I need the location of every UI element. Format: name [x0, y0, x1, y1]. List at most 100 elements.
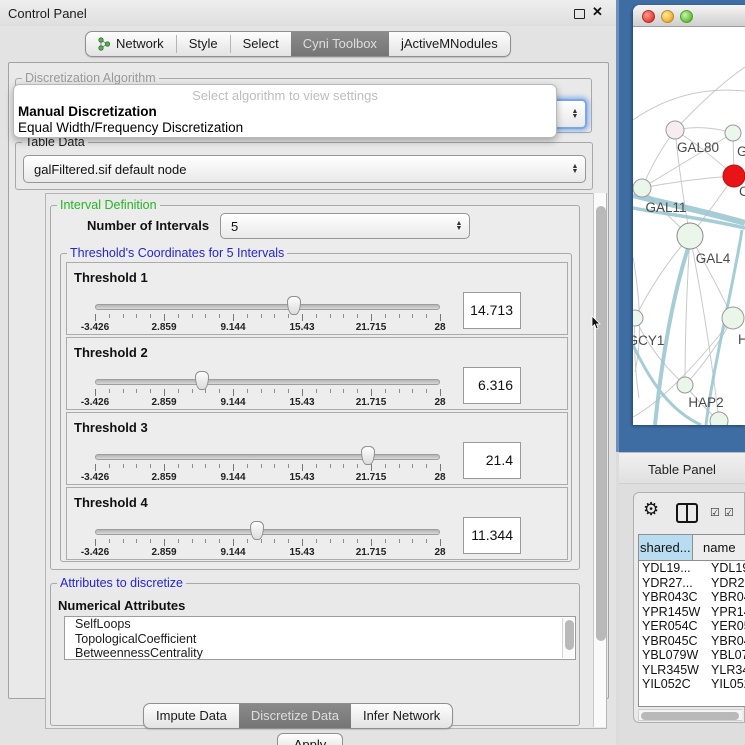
threshold-4-slider-handle[interactable] [250, 521, 264, 540]
table-panel-area: ⚙ ☑ ☑ shared... name YDL19...YDL19... YD… [619, 484, 745, 745]
table-data-combobox-value: galFiltered.sif default node [24, 162, 569, 177]
node-hap2[interactable] [677, 377, 693, 393]
control-panel: Control Panel ✕ Network Style Select [0, 0, 616, 745]
thresholds-group-title: Threshold's Coordinates for 5 Intervals [67, 246, 287, 260]
combo-arrows-icon: ▲▼ [569, 109, 585, 119]
threshold-3-value-field[interactable]: 21.4 [463, 442, 521, 479]
node-label-partial-h: H [738, 332, 745, 347]
network-view-window: GAL80 GAL11 GAL4 GCY1 HAP2 GA C H [633, 5, 745, 425]
control-panel-titlebar: Control Panel ✕ [0, 0, 616, 26]
algorithm-dropdown-popup: Select algorithm to view settings Manual… [13, 84, 557, 138]
column-header-shared[interactable]: shared... [639, 535, 693, 560]
node-label-hap2: HAP2 [688, 395, 723, 410]
table-row[interactable]: YER054CYER054C [639, 619, 745, 634]
algorithm-option-equal-width[interactable]: Equal Width/Frequency Discretization [17, 120, 555, 135]
numerical-attributes-label: Numerical Attributes [58, 598, 185, 613]
table-row[interactable]: YPR145WYPR145W [639, 605, 745, 620]
tab-network[interactable]: Network [86, 32, 176, 56]
tab-style[interactable]: Style [177, 32, 230, 56]
horizontal-scrollbar[interactable] [638, 709, 742, 721]
node-h-partial[interactable] [722, 307, 744, 329]
close-icon[interactable]: ✕ [592, 4, 603, 20]
zoom-traffic-light[interactable] [680, 10, 693, 23]
close-traffic-light[interactable] [642, 10, 655, 23]
minimize-traffic-light[interactable] [661, 10, 674, 23]
tab-infer-network-label: Infer Network [363, 708, 440, 723]
threshold-4-value-field[interactable]: 11.344 [463, 517, 521, 554]
vertical-scrollbar[interactable] [593, 193, 606, 727]
mouse-cursor [591, 316, 602, 330]
node-partial-top-right[interactable] [725, 125, 741, 141]
tab-infer-network[interactable]: Infer Network [351, 704, 452, 728]
tab-impute-data[interactable]: Impute Data [144, 704, 239, 728]
node-label-gal4: GAL4 [696, 251, 731, 266]
gear-icon[interactable]: ⚙ [643, 499, 659, 520]
algorithm-hint-item: Select algorithm to view settings [14, 88, 556, 103]
tab-jactivemnodules[interactable]: jActiveMNodules [389, 32, 510, 56]
threshold-2-slider-track[interactable] [95, 379, 440, 385]
float-window-icon[interactable] [574, 9, 585, 19]
table-panel-titlebar: Table Panel [619, 452, 745, 484]
attributes-group-title: Attributes to discretize [57, 576, 186, 590]
table-row[interactable]: YDR27...YDR27... [639, 576, 745, 591]
network-canvas[interactable]: GAL80 GAL11 GAL4 GCY1 HAP2 GA C H [633, 27, 745, 425]
tab-impute-data-label: Impute Data [156, 708, 227, 723]
node-gal80[interactable] [666, 121, 684, 139]
table-row[interactable]: YBR043CYBR043C [639, 590, 745, 605]
node-label-gal80: GAL80 [677, 140, 719, 155]
table-panel-box: ⚙ ☑ ☑ shared... name YDL19...YDL19... YD… [633, 492, 745, 723]
numerical-attributes-list: SelfLoops TopologicalCoefficient Between… [64, 616, 576, 660]
node-gal11[interactable] [633, 179, 651, 197]
table-header-row: shared... name [639, 535, 745, 561]
node-attribute-table: shared... name YDL19...YDL19... YDR27...… [638, 534, 745, 707]
threshold-1-slider-track[interactable] [95, 304, 440, 310]
columns-icon[interactable] [676, 503, 698, 523]
threshold-1-value-field[interactable]: 14.713 [463, 292, 521, 329]
column-header-name[interactable]: name [693, 535, 745, 560]
cyni-toolbox-panel: Discretization Algorithm ▲▼ Table Data g… [8, 62, 609, 699]
node-label-partial-ga: GA [737, 144, 745, 159]
threshold-4-slider-track[interactable] [95, 529, 440, 535]
threshold-2-slider-handle[interactable] [195, 371, 209, 390]
table-row[interactable]: YLR345WYLR345W [639, 663, 745, 678]
list-item[interactable]: BetweennessCentrality [65, 646, 575, 660]
vertical-scrollbar-thumb[interactable] [596, 206, 606, 641]
tab-select[interactable]: Select [231, 32, 291, 56]
threshold-2-value-field[interactable]: 6.316 [463, 367, 521, 404]
node-label-partial-c: C [739, 184, 745, 199]
table-row[interactable]: YBR045CYBR045C [639, 634, 745, 649]
tab-select-label: Select [243, 36, 279, 51]
table-row[interactable]: YIL052CYIL052C [639, 677, 745, 692]
table-row[interactable]: YBL079WYBL079W [639, 648, 745, 663]
table-row[interactable]: YDL19...YDL19... [639, 561, 745, 576]
discretization-algorithm-group-title: Discretization Algorithm [22, 71, 159, 85]
table-panel-title: Table Panel [648, 462, 716, 477]
threshold-1-label: Threshold 1 [74, 270, 148, 285]
attributes-scrollbar[interactable] [562, 618, 574, 658]
algorithm-option-manual[interactable]: Manual Discretization [17, 104, 555, 119]
threshold-4-row: Threshold 4 -3.4262.8599.14415.4321.7152… [66, 487, 568, 560]
interval-definition-title: Interval Definition [57, 198, 160, 212]
number-of-intervals-combobox[interactable]: 5 ▲▼ [220, 213, 470, 239]
list-item[interactable]: SelfLoops [65, 617, 575, 632]
tab-cyni-toolbox[interactable]: Cyni Toolbox [291, 32, 389, 56]
node-gcy1[interactable] [633, 310, 643, 326]
network-window-titlebar[interactable] [633, 5, 745, 27]
threshold-4-label: Threshold 4 [74, 495, 148, 510]
threshold-3-slider-handle[interactable] [361, 446, 375, 465]
number-of-intervals-label: Number of Intervals [87, 218, 209, 233]
node-label-gcy1: GCY1 [633, 333, 664, 348]
list-item[interactable]: TopologicalCoefficient [65, 632, 575, 647]
checkbox-icon[interactable]: ☑ [724, 506, 734, 519]
table-data-combobox[interactable]: galFiltered.sif default node ▲▼ [23, 155, 586, 183]
screen: Control Panel ✕ Network Style Select [0, 0, 745, 745]
threshold-3-slider-track[interactable] [95, 454, 440, 460]
threshold-1-slider-handle[interactable] [287, 296, 301, 315]
apply-button[interactable]: Apply [277, 733, 343, 745]
tab-discretize-data-label: Discretize Data [251, 708, 339, 723]
node-gal4[interactable] [677, 223, 703, 249]
tab-discretize-data[interactable]: Discretize Data [239, 704, 351, 728]
checkbox-icon[interactable]: ☑ [710, 506, 720, 519]
node-partial-bottom[interactable] [710, 412, 728, 425]
combo-arrows-icon: ▲▼ [453, 221, 469, 231]
